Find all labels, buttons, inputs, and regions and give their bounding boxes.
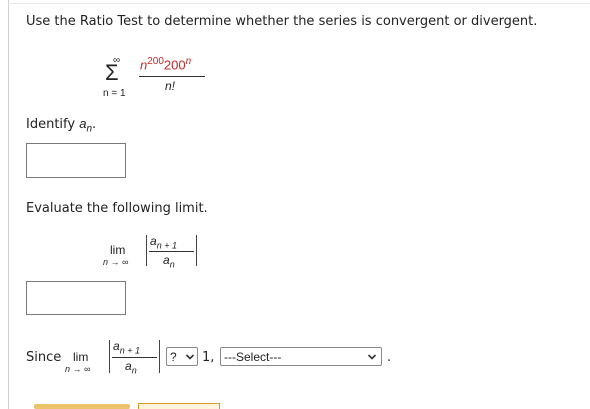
numerator-base-200: 200 — [163, 57, 186, 73]
compare-select-value: ? — [170, 349, 177, 364]
left-border — [8, 0, 9, 409]
series-fraction-bar — [139, 76, 205, 77]
limit-denominator: an — [163, 253, 175, 270]
chevron-down-icon — [367, 354, 377, 360]
since-fraction-bar — [112, 357, 157, 358]
cutoff-button[interactable] — [138, 403, 220, 409]
since-numerator: an + 1 — [113, 339, 140, 356]
one-text: 1, — [202, 350, 215, 365]
since-abs-bar-left — [109, 340, 110, 373]
since-label: Since — [26, 350, 62, 365]
limit-fraction-bar — [149, 251, 194, 252]
since-lim-under: n → ∞ — [65, 364, 91, 374]
since-denominator: an — [125, 359, 137, 376]
conclusion-select[interactable]: ---Select--- — [220, 347, 382, 366]
series-denominator: n! — [165, 79, 176, 93]
abs-bar-left — [146, 235, 147, 266]
sum-symbol: Σ — [105, 60, 119, 85]
top-divider — [8, 3, 590, 4]
since-lim-text: lim — [73, 350, 89, 364]
lim-under: n → ∞ — [103, 257, 129, 267]
sum-lower-limit: n = 1 — [103, 88, 126, 99]
evaluate-label: Evaluate the following limit. — [26, 201, 208, 216]
identify-label: Identify an. — [26, 116, 97, 135]
numerator-exp-n: n — [185, 56, 192, 67]
numerator-exp-200: 200 — [147, 56, 164, 67]
abs-bar-right — [196, 235, 197, 266]
question-text: Use the Ratio Test to determine whether … — [26, 14, 538, 29]
chevron-down-icon — [185, 354, 195, 360]
limit-answer-input[interactable] — [26, 281, 126, 315]
series-numerator: n200200n — [140, 56, 191, 72]
cutoff-link[interactable] — [34, 404, 130, 409]
conclusion-select-value: ---Select--- — [224, 349, 282, 364]
limit-numerator: an + 1 — [150, 234, 177, 251]
end-period: . — [387, 350, 392, 365]
since-abs-bar-right — [159, 340, 160, 373]
an-answer-input[interactable] — [26, 143, 126, 178]
compare-select[interactable]: ? — [166, 347, 198, 366]
lim-text: lim — [110, 243, 126, 257]
